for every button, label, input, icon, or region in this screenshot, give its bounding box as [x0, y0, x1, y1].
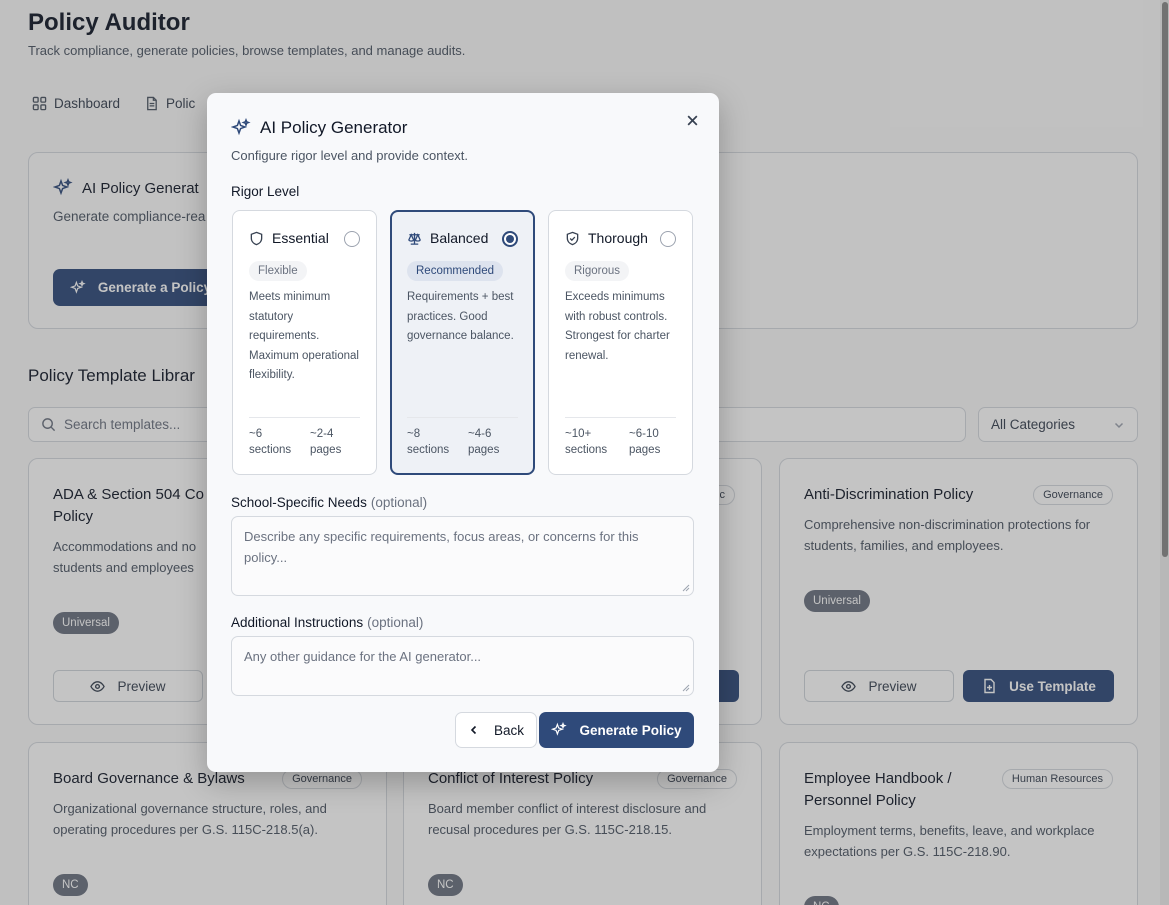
generate-policy-button[interactable]: Generate Policy	[539, 712, 694, 748]
school-needs-placeholder: Describe any specific requirements, focu…	[244, 529, 639, 565]
generate-policy-label: Generate Policy	[579, 722, 682, 738]
rigor-radio[interactable]	[660, 231, 676, 247]
rigor-sections: ~6 sections	[249, 428, 292, 456]
additional-instructions-label: Additional Instructions (optional)	[231, 615, 423, 630]
divider	[407, 417, 518, 418]
rigor-option-essential[interactable]: Essential Flexible Meets minimum statuto…	[232, 210, 377, 475]
additional-instructions-placeholder: Any other guidance for the AI generator.…	[244, 649, 482, 664]
rigor-option-name: Balanced	[430, 230, 489, 246]
rigor-description: Exceeds minimums with robust controls. S…	[565, 291, 670, 362]
rigor-option-header: Essential	[249, 230, 329, 246]
rigor-description: Meets minimum statutory requirements. Ma…	[249, 291, 359, 381]
rigor-level-label: Rigor Level	[231, 184, 300, 199]
rigor-sections: ~8 sections	[407, 428, 450, 456]
rigor-tag: Flexible	[249, 261, 307, 281]
rigor-pages: ~6-10 pages	[629, 428, 661, 456]
resize-grip-icon[interactable]	[682, 584, 690, 592]
dialog-title-text: AI Policy Generator	[260, 118, 408, 137]
close-button[interactable]	[681, 109, 703, 131]
rigor-option-balanced[interactable]: Balanced Recommended Requirements + best…	[390, 210, 535, 475]
chevron-left-icon	[470, 725, 477, 735]
rigor-radio[interactable]	[344, 231, 360, 247]
school-needs-textarea[interactable]: Describe any specific requirements, focu…	[231, 516, 694, 596]
rigor-option-header: Balanced	[407, 230, 488, 246]
rigor-radio-selected[interactable]	[502, 231, 518, 247]
dialog-title: AI Policy Generator	[231, 118, 407, 138]
rigor-tag: Recommended	[407, 261, 503, 281]
divider	[249, 417, 360, 418]
optional-hint: (optional)	[370, 495, 428, 510]
rigor-tag: Rigorous	[565, 261, 630, 281]
rigor-option-name: Essential	[272, 230, 329, 246]
rigor-sections: ~10+ sections	[565, 428, 608, 456]
rigor-option-thorough[interactable]: Thorough Rigorous Exceeds minimums with …	[548, 210, 693, 475]
sparkles-icon	[551, 722, 568, 736]
additional-instructions-textarea[interactable]: Any other guidance for the AI generator.…	[231, 636, 694, 696]
shield-check-icon	[566, 231, 579, 245]
scale-icon	[408, 232, 421, 245]
resize-grip-icon[interactable]	[682, 684, 690, 692]
sparkles-icon	[231, 118, 251, 136]
ai-policy-generator-dialog: AI Policy Generator Configure rigor leve…	[207, 93, 719, 772]
rigor-option-name: Thorough	[588, 230, 648, 246]
rigor-pages: ~4-6 pages	[468, 428, 500, 456]
dialog-subtitle: Configure rigor level and provide contex…	[231, 148, 469, 163]
school-needs-label-text: School-Specific Needs	[231, 495, 367, 510]
rigor-pages: ~2-4 pages	[310, 428, 342, 456]
back-label: Back	[493, 722, 524, 738]
school-needs-label: School-Specific Needs (optional)	[231, 495, 427, 510]
additional-instructions-label-text: Additional Instructions	[231, 615, 364, 630]
shield-icon	[250, 231, 263, 245]
divider	[565, 417, 676, 418]
back-button[interactable]: Back	[455, 712, 537, 748]
optional-hint: (optional)	[367, 615, 424, 630]
rigor-option-header: Thorough	[565, 230, 648, 246]
close-icon	[687, 115, 697, 125]
rigor-description: Requirements + best practices. Good gove…	[407, 291, 514, 342]
